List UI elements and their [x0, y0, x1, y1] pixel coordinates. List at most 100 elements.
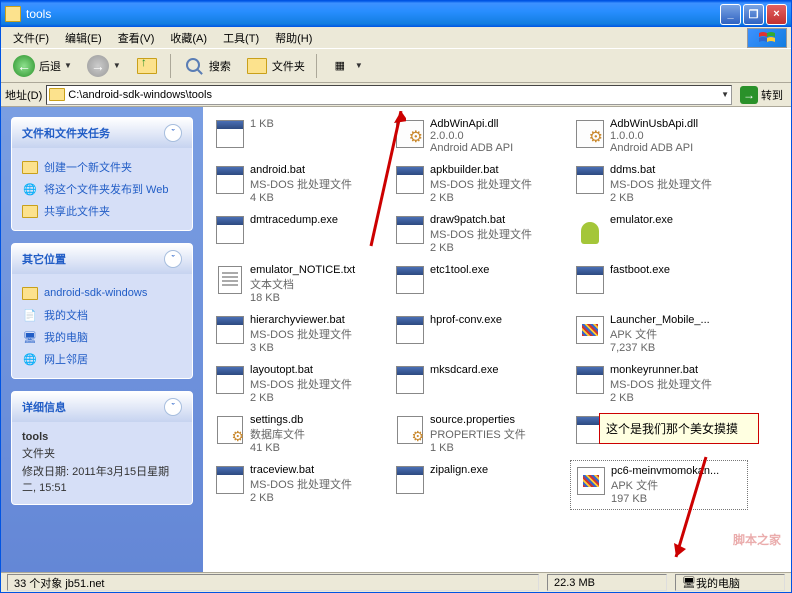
file-item[interactable]: ddms.batMS-DOS 批处理文件2 KB [570, 160, 748, 208]
address-dropdown-icon[interactable]: ▼ [721, 90, 729, 99]
tasks-header[interactable]: 文件和文件夹任务ˇ [12, 118, 192, 148]
file-item[interactable]: traceview.batMS-DOS 批处理文件2 KB [210, 460, 388, 510]
minimize-button[interactable]: _ [720, 4, 741, 25]
file-name: apkbuilder.bat [430, 164, 564, 176]
file-name: hierarchyviewer.bat [250, 314, 384, 326]
address-bar: 地址(D) ▼ →转到 [1, 83, 791, 107]
collapse-icon[interactable]: ˇ [164, 398, 182, 416]
exe-file-icon [574, 264, 606, 296]
task-publish[interactable]: 🌐将这个文件夹发布到 Web [22, 178, 182, 200]
file-item[interactable]: fastboot.exe [570, 260, 748, 308]
up-button[interactable]: ↑ [130, 51, 164, 81]
file-item[interactable]: Launcher_Mobile_...APK 文件7,237 KB [570, 310, 748, 358]
menu-help[interactable]: 帮助(H) [267, 28, 320, 48]
apk-file-icon [574, 314, 606, 346]
file-item[interactable]: hprof-conv.exe [390, 310, 568, 358]
file-name: layoutopt.bat [250, 364, 384, 376]
file-type: MS-DOS 批处理文件 [610, 376, 744, 392]
titlebar[interactable]: tools _ ❐ × [1, 1, 791, 27]
back-dropdown-icon[interactable]: ▼ [64, 61, 72, 70]
task-share[interactable]: 共享此文件夹 [22, 200, 182, 222]
menu-favorites[interactable]: 收藏(A) [162, 28, 215, 48]
place-my-computer[interactable]: 🖥我的电脑 [22, 326, 182, 348]
file-item[interactable]: AdbWinApi.dll2.0.0.0Android ADB API [390, 114, 568, 158]
tasks-panel: 文件和文件夹任务ˇ 创建一个新文件夹 🌐将这个文件夹发布到 Web 共享此文件夹 [11, 117, 193, 231]
file-item[interactable]: dmtracedump.exe [210, 210, 388, 258]
file-type: MS-DOS 批处理文件 [250, 376, 384, 392]
file-name: mksdcard.exe [430, 364, 564, 376]
address-field-wrapper[interactable]: ▼ [46, 85, 732, 105]
place-parent-folder[interactable]: android-sdk-windows [22, 282, 182, 304]
menu-view[interactable]: 查看(V) [110, 28, 163, 48]
file-size: 2 KB [430, 242, 564, 254]
views-dropdown-icon[interactable]: ▼ [355, 61, 363, 70]
place-my-documents[interactable]: 📄我的文档 [22, 304, 182, 326]
file-list[interactable]: 1 KBAdbWinApi.dll2.0.0.0Android ADB APIA… [203, 107, 791, 572]
file-name: zipalign.exe [430, 464, 564, 476]
fwd-dropdown-icon: ▼ [113, 61, 121, 70]
file-size: 18 KB [250, 292, 384, 304]
file-item[interactable]: mksdcard.exe [390, 360, 568, 408]
file-name: emulator.exe [610, 214, 744, 226]
file-item[interactable]: hierarchyviewer.batMS-DOS 批处理文件3 KB [210, 310, 388, 358]
menu-tools[interactable]: 工具(T) [215, 28, 267, 48]
maximize-button[interactable]: ❐ [743, 4, 764, 25]
status-bar: 33 个对象 jb51.net 22.3 MB 🖥 我的电脑 [1, 572, 791, 592]
details-panel: 详细信息ˇ tools 文件夹 修改日期: 2011年3月15日星期二, 15:… [11, 391, 193, 505]
file-size: 1 KB [430, 442, 564, 454]
file-name: emulator_NOTICE.txt [250, 264, 384, 276]
file-item[interactable]: 1 KB [210, 114, 388, 158]
status-location: 🖥 我的电脑 [675, 574, 785, 591]
menu-file[interactable]: 文件(F) [5, 28, 57, 48]
file-size: 2 KB [250, 492, 384, 504]
file-item[interactable]: pc6-meinvmomokan...APK 文件197 KB [570, 460, 748, 510]
computer-icon: 🖥 [22, 329, 38, 345]
places-panel: 其它位置ˇ android-sdk-windows 📄我的文档 🖥我的电脑 🌐网… [11, 243, 193, 379]
detail-modified: 修改日期: 2011年3月15日星期二, 15:51 [22, 462, 182, 496]
prop-file-icon [394, 414, 426, 446]
go-button[interactable]: →转到 [736, 86, 787, 104]
collapse-icon[interactable]: ˇ [164, 250, 182, 268]
details-header[interactable]: 详细信息ˇ [12, 392, 192, 422]
exe-file-icon [394, 264, 426, 296]
file-name: AdbWinApi.dll [430, 118, 564, 130]
file-type: MS-DOS 批处理文件 [250, 176, 384, 192]
file-type: MS-DOS 批处理文件 [430, 176, 564, 192]
place-network[interactable]: 🌐网上邻居 [22, 348, 182, 370]
file-item[interactable]: apkbuilder.batMS-DOS 批处理文件2 KB [390, 160, 568, 208]
file-name: etc1tool.exe [430, 264, 564, 276]
file-item[interactable]: zipalign.exe [390, 460, 568, 510]
txt-file-icon [214, 264, 246, 296]
file-item[interactable]: source.propertiesPROPERTIES 文件1 KB [390, 410, 568, 458]
file-item[interactable]: emulator.exe [570, 210, 748, 258]
task-new-folder[interactable]: 创建一个新文件夹 [22, 156, 182, 178]
file-type: MS-DOS 批处理文件 [250, 476, 384, 492]
address-label: 地址(D) [5, 87, 42, 103]
collapse-icon[interactable]: ˇ [164, 124, 182, 142]
bat-file-icon [214, 118, 246, 150]
search-button[interactable]: 搜索 [177, 51, 236, 81]
file-type: 数据库文件 [250, 426, 384, 442]
file-item[interactable]: android.batMS-DOS 批处理文件4 KB [210, 160, 388, 208]
file-item[interactable]: monkeyrunner.batMS-DOS 批处理文件2 KB [570, 360, 748, 408]
file-size: 197 KB [611, 493, 743, 505]
file-item[interactable]: etc1tool.exe [390, 260, 568, 308]
views-button[interactable]: ▦▼ [323, 51, 368, 81]
file-item[interactable]: settings.db数据库文件41 KB [210, 410, 388, 458]
file-item[interactable]: layoutopt.batMS-DOS 批处理文件2 KB [210, 360, 388, 408]
places-header[interactable]: 其它位置ˇ [12, 244, 192, 274]
address-input[interactable] [68, 89, 721, 101]
exe-file-icon [394, 364, 426, 396]
file-item[interactable]: emulator_NOTICE.txt文本文档18 KB [210, 260, 388, 308]
android-file-icon [574, 214, 606, 246]
back-button[interactable]: ←后退▼ [7, 51, 77, 81]
file-name: hprof-conv.exe [430, 314, 564, 326]
folders-button[interactable]: 文件夹 [240, 51, 310, 81]
file-item[interactable]: AdbWinUsbApi.dll1.0.0.0Android ADB API [570, 114, 748, 158]
globe-icon: 🌐 [22, 181, 38, 197]
menu-edit[interactable]: 编辑(E) [57, 28, 110, 48]
file-size: 7,237 KB [610, 342, 744, 354]
file-item[interactable]: draw9patch.batMS-DOS 批处理文件2 KB [390, 210, 568, 258]
close-button[interactable]: × [766, 4, 787, 25]
db-file-icon [214, 414, 246, 446]
